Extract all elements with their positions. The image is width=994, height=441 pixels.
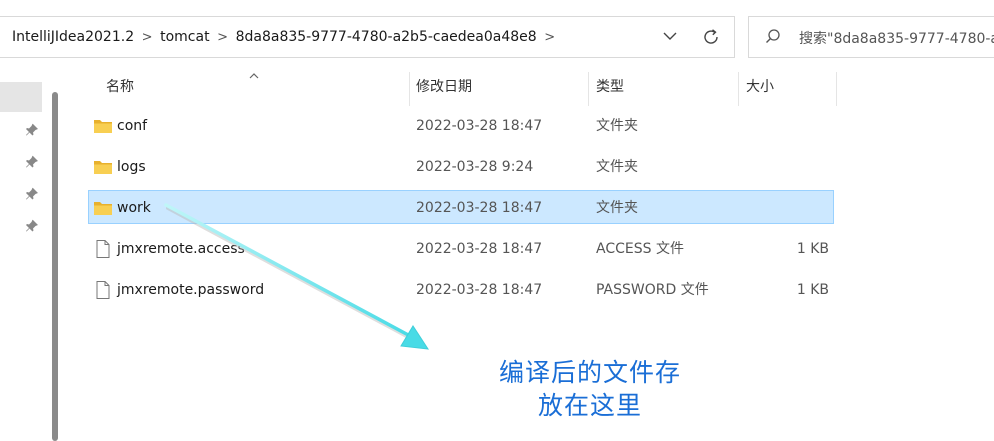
- file-date: 2022-03-28 18:47: [416, 282, 543, 298]
- breadcrumb-chevron-icon[interactable]: >: [212, 30, 234, 45]
- file-size: 1 KB: [796, 282, 829, 298]
- pin-icon[interactable]: [25, 154, 39, 168]
- column-header-type[interactable]: 类型: [596, 68, 624, 104]
- search-icon: [763, 27, 783, 47]
- file-type: ACCESS 文件: [596, 241, 684, 257]
- search-input[interactable]: 搜索"8da8a835-9777-4780-a: [799, 28, 994, 48]
- search-box[interactable]: 搜索"8da8a835-9777-4780-a: [748, 16, 994, 58]
- breadcrumb-item-tomcat[interactable]: tomcat: [158, 29, 211, 45]
- column-divider[interactable]: [738, 72, 739, 106]
- breadcrumb-item-intellijidea[interactable]: IntelliJIdea2021.2: [10, 29, 136, 45]
- file-name: work: [117, 200, 151, 216]
- pin-icon[interactable]: [25, 218, 39, 232]
- file-row-work[interactable]: work 2022-03-28 18:47 文件夹: [88, 190, 834, 224]
- file-icon: [93, 280, 113, 300]
- annotation-line: 编译后的文件存: [498, 358, 681, 387]
- annotation-label: 编译后的文件存 放在这里: [440, 356, 740, 422]
- file-type: 文件夹: [596, 159, 638, 175]
- column-divider[interactable]: [588, 72, 589, 106]
- file-name: logs: [117, 159, 146, 175]
- file-explorer-window: IntelliJIdea2021.2 > tomcat > 8da8a835-9…: [0, 0, 994, 441]
- refresh-icon[interactable]: [700, 26, 722, 48]
- file-date: 2022-03-28 18:47: [416, 241, 543, 257]
- file-name: jmxremote.password: [117, 282, 265, 298]
- file-date: 2022-03-28 9:24: [416, 159, 534, 175]
- file-icon: [93, 239, 113, 259]
- column-divider[interactable]: [409, 72, 410, 106]
- file-name: jmxremote.access: [117, 241, 245, 257]
- file-row-logs[interactable]: logs 2022-03-28 9:24 文件夹: [88, 149, 834, 183]
- file-date: 2022-03-28 18:47: [416, 118, 543, 134]
- file-date: 2022-03-28 18:47: [416, 200, 543, 216]
- column-header-name[interactable]: 名称: [106, 68, 134, 104]
- folder-icon: [93, 157, 113, 177]
- breadcrumb-item-folder-id[interactable]: 8da8a835-9777-4780-a2b5-caedea0a48e8: [234, 29, 539, 45]
- chevron-down-icon[interactable]: [660, 26, 680, 46]
- sort-ascending-icon: [248, 66, 260, 79]
- column-headers: 名称 修改日期 类型 大小: [88, 68, 838, 106]
- annotation-line: 放在这里: [537, 391, 642, 420]
- file-row-jmxremote-password[interactable]: jmxremote.password 2022-03-28 18:47 PASS…: [88, 272, 834, 306]
- file-type: PASSWORD 文件: [596, 282, 709, 298]
- column-divider[interactable]: [836, 72, 837, 106]
- folder-icon: [93, 198, 113, 218]
- navigation-pane: [0, 64, 62, 441]
- pin-icon[interactable]: [25, 186, 39, 200]
- file-name: conf: [117, 118, 148, 134]
- toolbar: IntelliJIdea2021.2 > tomcat > 8da8a835-9…: [0, 0, 994, 64]
- folder-icon: [93, 116, 113, 136]
- file-list: conf 2022-03-28 18:47 文件夹 logs 2022-03-2…: [88, 108, 834, 313]
- nav-scrollbar-thumb[interactable]: [52, 92, 58, 441]
- file-type: 文件夹: [596, 118, 638, 134]
- file-size: 1 KB: [796, 241, 829, 257]
- column-header-size[interactable]: 大小: [746, 68, 774, 104]
- pin-icon[interactable]: [25, 122, 39, 136]
- file-row-conf[interactable]: conf 2022-03-28 18:47 文件夹: [88, 108, 834, 142]
- nav-selected-item[interactable]: [0, 82, 42, 112]
- file-type: 文件夹: [596, 200, 638, 216]
- breadcrumb-chevron-icon[interactable]: >: [136, 30, 158, 45]
- file-row-jmxremote-access[interactable]: jmxremote.access 2022-03-28 18:47 ACCESS…: [88, 231, 834, 265]
- breadcrumb: IntelliJIdea2021.2 > tomcat > 8da8a835-9…: [10, 17, 561, 57]
- column-header-date[interactable]: 修改日期: [416, 68, 472, 104]
- breadcrumb-chevron-icon[interactable]: >: [539, 30, 561, 45]
- address-bar[interactable]: IntelliJIdea2021.2 > tomcat > 8da8a835-9…: [0, 16, 735, 58]
